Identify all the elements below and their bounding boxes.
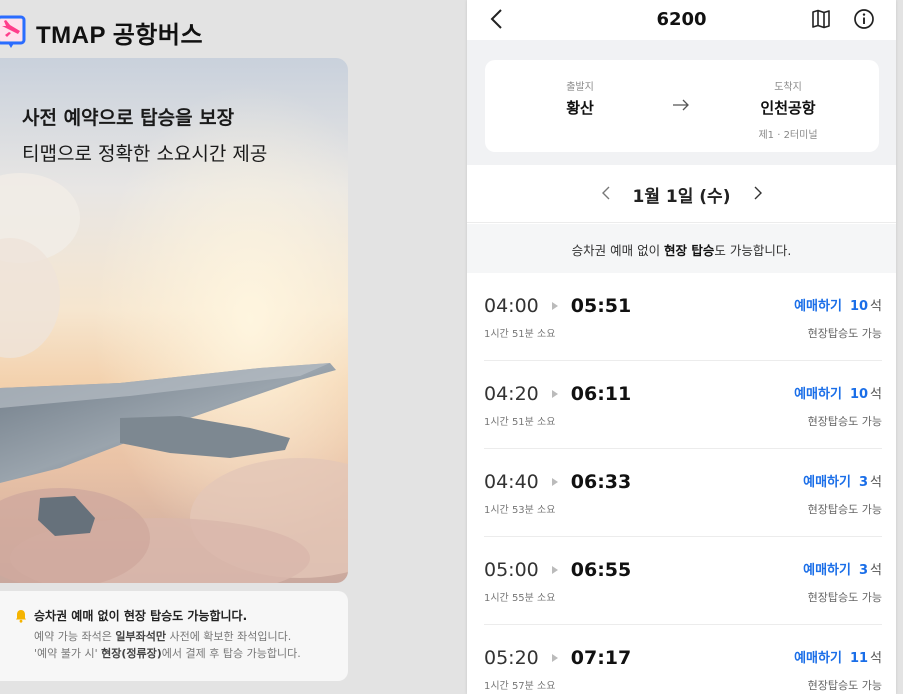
play-icon [551,654,558,662]
hero-image [0,58,348,583]
notice-heading: 승차권 예매 없이 현장 탑승도 가능합니다. [14,607,348,624]
book-button[interactable]: 예매하기 10 석 [794,295,882,314]
hero-subtitle: 티맵으로 정확한 소요시간 제공 [22,143,268,165]
schedule-list: 04:00 05:51 1시간 51분 소요 예매하기 10 석 현장탑승도 가… [467,273,896,694]
arrive-time: 06:33 [570,471,632,493]
arrive-time: 05:51 [570,295,632,317]
top-bar: 6200 [467,0,896,40]
map-icon[interactable] [810,8,832,30]
chevron-right-icon[interactable] [751,185,765,201]
schedule-row[interactable]: 05:00 06:55 1시간 55분 소요 예매하기 3 석 현장탑승도 가능 [484,537,882,625]
airplane-wing-illustration [0,58,348,583]
play-icon [551,302,558,310]
arrow-right-icon [673,99,689,111]
onsite-note: 현장탑승도 가능 [807,327,882,340]
hero-title: 사전 예약으로 탑승을 보장 [22,107,235,129]
book-button[interactable]: 예매하기 10 석 [794,383,882,402]
trip-times: 04:20 06:11 [484,383,631,405]
trip-times: 05:20 07:17 [484,647,631,669]
notice-title: 승차권 예매 없이 현장 탑승도 가능합니다. [34,609,248,623]
book-button[interactable]: 예매하기 3 석 [803,559,882,578]
depart-time: 05:20 [484,647,539,669]
notice-line-1: 예약 가능 좌석은 일부좌석만 사전에 확보한 좌석입니다. [34,630,292,643]
origin-caption: 출발지 [566,82,594,93]
trip-duration: 1시간 51분 소요 [484,417,556,428]
date-selector: 1월 1일 (수) [467,165,896,223]
seat-count: 3 [858,475,869,490]
route-card: 출발지 황산 도착지 인천공항 제1 · 2터미널 [485,60,879,152]
seat-count: 3 [858,563,869,578]
trip-duration: 1시간 51분 소요 [484,329,556,340]
book-button[interactable]: 예매하기 11 석 [794,647,882,666]
trip-times: 04:00 05:51 [484,295,631,317]
trip-duration: 1시간 57분 소요 [484,681,556,692]
trip-times: 05:00 06:55 [484,559,631,581]
route-section: 출발지 황산 도착지 인천공항 제1 · 2터미널 [467,40,896,165]
brand-name: TMAP 공항버스 [36,21,204,49]
trip-duration: 1시간 55분 소요 [484,593,556,604]
schedule-row[interactable]: 04:40 06:33 1시간 53분 소요 예매하기 3 석 현장탑승도 가능 [484,449,882,537]
schedule-row[interactable]: 05:20 07:17 1시간 57분 소요 예매하기 11 석 현장탑승도 가… [484,625,882,694]
dest-caption: 도착지 [774,82,802,93]
date-label: 1월 1일 (수) [632,187,731,207]
notice-card: 승차권 예매 없이 현장 탑승도 가능합니다. 예약 가능 좌석은 일부좌석만 … [0,591,348,681]
play-icon [551,566,558,574]
trip-times: 04:40 06:33 [484,471,631,493]
onsite-note: 현장탑승도 가능 [807,679,882,692]
play-icon [551,478,558,486]
info-icon[interactable] [853,8,875,30]
seat-count: 10 [849,299,869,314]
tmap-logo-icon [0,15,26,48]
schedule-row[interactable]: 04:20 06:11 1시간 51분 소요 예매하기 10 석 현장탑승도 가… [484,361,882,449]
arrive-time: 06:55 [570,559,632,581]
schedule-row[interactable]: 04:00 05:51 1시간 51분 소요 예매하기 10 석 현장탑승도 가… [484,273,882,361]
bus-schedule-panel: 6200 출발지 황산 도착지 인천공항 제1 · 2터미널 1월 1일 (수)… [467,0,896,694]
arrive-time: 06:11 [570,383,632,405]
depart-time: 04:40 [484,471,539,493]
trip-duration: 1시간 53분 소요 [484,505,556,516]
play-icon [551,390,558,398]
origin-stop: 출발지 황산 [515,78,645,118]
book-button[interactable]: 예매하기 3 석 [803,471,882,490]
bell-icon [16,609,26,623]
onsite-boarding-banner: 승차권 예매 없이 현장 탑승도 가능합니다. [467,224,896,273]
onsite-note: 현장탑승도 가능 [807,415,882,428]
onsite-note: 현장탑승도 가능 [807,503,882,516]
origin-name: 황산 [566,99,594,117]
onsite-note: 현장탑승도 가능 [807,591,882,604]
depart-time: 05:00 [484,559,539,581]
destination-stop: 도착지 인천공항 제1 · 2터미널 [723,78,853,141]
dest-name: 인천공항 [760,99,816,117]
notice-line-2: '예약 불가 시' 현장(정류장)에서 결제 후 탑승 가능합니다. [34,647,301,660]
depart-time: 04:00 [484,295,539,317]
seat-count: 11 [849,651,869,666]
dest-terminals: 제1 · 2터미널 [758,130,818,141]
arrive-time: 07:17 [570,647,632,669]
brand: TMAP 공항버스 [0,14,203,50]
seat-count: 10 [849,387,869,402]
depart-time: 04:20 [484,383,539,405]
